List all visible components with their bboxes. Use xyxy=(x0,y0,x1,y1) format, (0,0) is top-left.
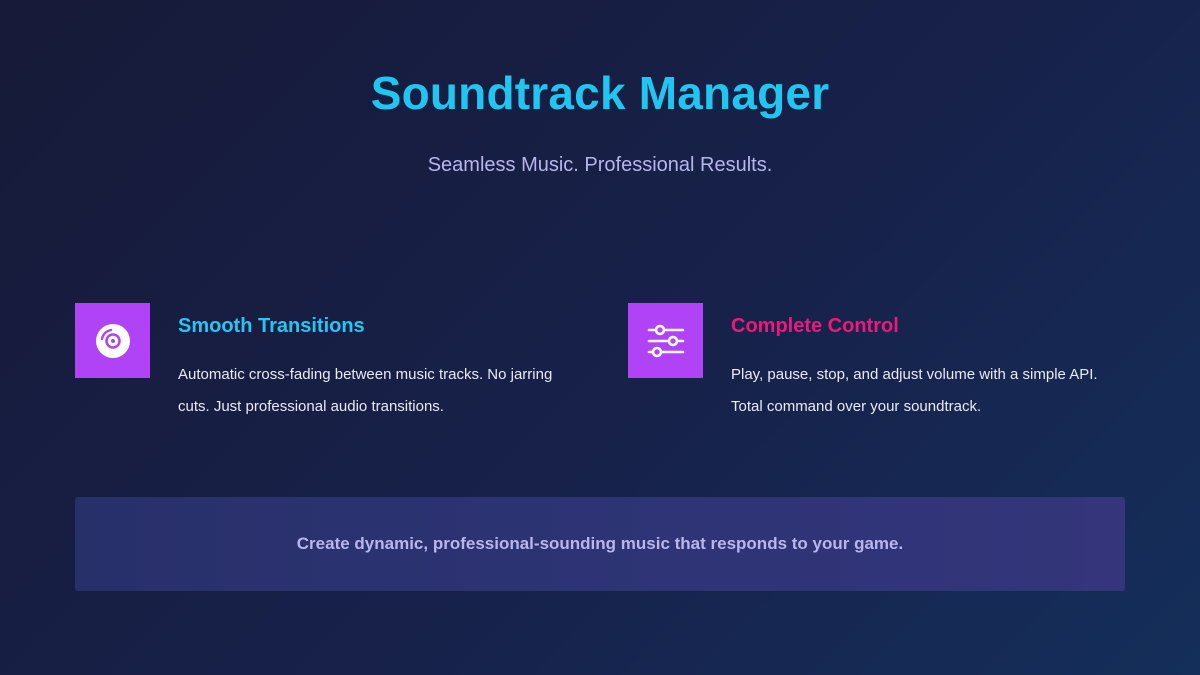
feature-complete-control: Complete Control Play, pause, stop, and … xyxy=(628,303,1108,433)
page-title: Soundtrack Manager xyxy=(370,67,830,119)
feature-description: Automatic cross-fading between music tra… xyxy=(178,366,553,415)
page-subtitle: Seamless Music. Professional Results. xyxy=(427,154,773,176)
feature-smooth-transitions: Smooth Transitions Automatic cross-fadin… xyxy=(75,303,555,433)
feature-title: Complete Control xyxy=(731,315,899,337)
feature-description: Play, pause, stop, and adjust volume wit… xyxy=(731,366,1098,415)
banner-text: Create dynamic, professional-sounding mu… xyxy=(296,534,904,553)
disc-icon xyxy=(75,303,150,378)
call-to-action-banner: Create dynamic, professional-sounding mu… xyxy=(75,497,1125,591)
sliders-icon xyxy=(628,303,703,378)
slide: { "header": { "title": "Soundtrack Manag… xyxy=(0,0,1200,675)
feature-title: Smooth Transitions xyxy=(178,315,365,337)
